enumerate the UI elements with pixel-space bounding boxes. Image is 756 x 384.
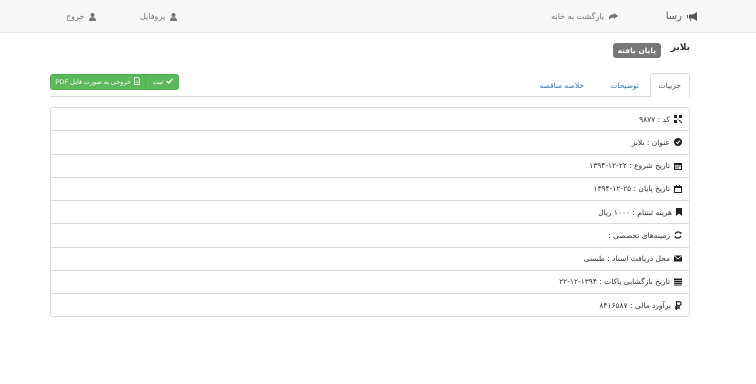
bullhorn-icon [687,12,698,21]
submit-button[interactable]: ثبت [145,74,179,90]
export-pdf-label: خروجی به صورت فایل PDF [55,79,131,86]
tab-description[interactable]: توضیحات [602,73,647,97]
logout-link[interactable]: خروج [66,0,97,33]
detail-row-estimate: برآورد مالی : ۸۴۱۶۵۸۷ [51,294,689,317]
submit-label: ثبت [152,79,163,86]
top-navbar: رسا بازگشت به خانه پروفایل خروج [0,0,756,33]
detail-start-date: تاریخ شروع : ۲۲-۱۲-۱۳۹۴ [589,161,670,171]
user-icon [170,12,178,21]
detail-row-title: عنوان : بلابز [51,131,689,155]
detail-row-end-date: تاریخ پایان : ۲۵-۱۲-۱۳۹۴ [51,178,689,201]
tab-details[interactable]: جزییات [649,73,690,98]
user-icon [89,12,97,21]
detail-code: کد : ۹۸۷۷ [639,114,670,124]
detail-row-opening-date: تاریخ بازگشایی پاکات : ۱۳۹۴-۱۲-۲۲ [51,271,689,294]
logout-label: خروج [66,12,85,21]
barcode-icon [674,115,682,124]
check-circle-icon [674,138,682,147]
page-title: بلابز [670,43,690,53]
file-icon [134,77,140,87]
rial-icon [675,301,682,311]
check-icon [166,78,174,86]
profile-link[interactable]: پروفایل [140,0,178,33]
brand-name: رسا [665,11,682,22]
detail-end-date: تاریخ پایان : ۲۵-۱۲-۱۳۹۴ [593,184,670,194]
detail-document-location: محل دریافت اسناد : طبسی [583,254,670,264]
profile-label: پروفایل [140,12,166,21]
bookmark-icon [676,208,682,217]
details-panel: کد : ۹۸۷۷ عنوان : بلابز تاریخ شروع : ۲۲-… [50,107,690,317]
detail-title: عنوان : بلابز [631,137,670,147]
status-badge: پایان یافته [612,43,661,58]
calendar-empty-icon [674,184,682,193]
home-link[interactable]: بازگشت به خانه [551,0,618,33]
calendar-icon [674,162,682,170]
export-pdf-button[interactable]: خروجی به صورت فایل PDF [50,74,146,90]
detail-estimate: برآورد مالی : ۸۴۱۶۵۸۷ [599,301,671,311]
detail-row-code: کد : ۹۸۷۷ [51,108,689,132]
detail-row-document-location: محل دریافت اسناد : طبسی [51,248,689,271]
list-icon [674,278,682,286]
refresh-icon [674,231,682,239]
detail-row-specialties: زمینه‌های تخصصی : [51,224,689,248]
detail-row-start-date: تاریخ شروع : ۲۲-۱۲-۱۳۹۴ [51,155,689,178]
detail-specialties: زمینه‌های تخصصی : [608,230,670,240]
tab-tender-summary[interactable]: خلاصه مناقصه [531,73,592,97]
brand-link[interactable]: رسا [666,0,698,33]
envelope-icon [674,255,682,262]
home-label: بازگشت به خانه [551,12,604,21]
detail-opening-date: تاریخ بازگشایی پاکات : ۱۳۹۴-۱۲-۲۲ [559,277,670,287]
forward-arrow-icon [609,12,618,21]
detail-registration-fee: هزینه ثبتنام : ۱۰۰۰ ریال [598,207,672,217]
detail-row-registration-fee: هزینه ثبتنام : ۱۰۰۰ ریال [51,201,689,225]
